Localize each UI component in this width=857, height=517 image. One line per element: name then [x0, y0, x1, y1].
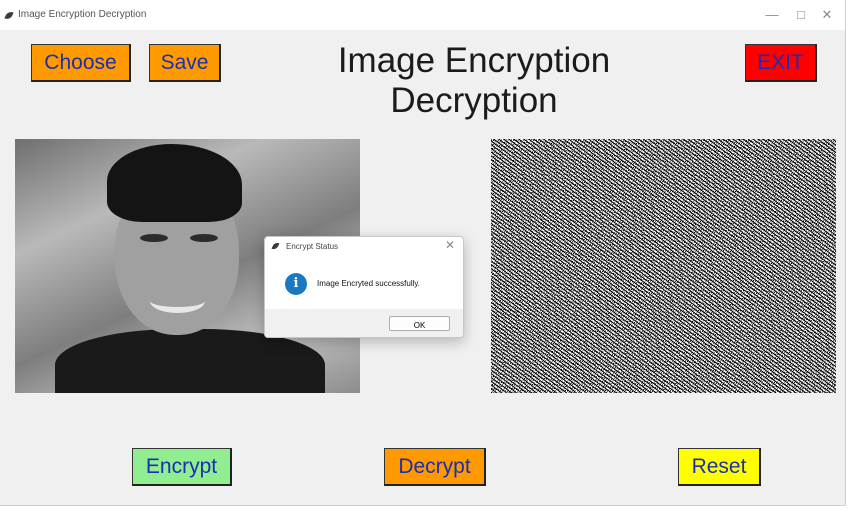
ok-button[interactable]: OK: [389, 316, 450, 331]
encrypt-status-dialog: Encrypt Status ✕ i Image Encryted succes…: [264, 236, 464, 338]
app-window: Image Encryption Decryption — □ ✕ Choose…: [0, 0, 846, 506]
save-button[interactable]: Save: [149, 44, 221, 82]
info-icon: i: [285, 273, 307, 295]
dialog-close-icon[interactable]: ✕: [445, 238, 455, 252]
decrypt-button[interactable]: Decrypt: [384, 448, 486, 486]
dialog-footer: OK: [265, 309, 463, 337]
photo-eye-right: [190, 234, 218, 242]
title-line-1: Image Encryption: [337, 41, 611, 80]
title-bar: Image Encryption Decryption — □ ✕: [0, 0, 845, 30]
photo-smile: [150, 289, 205, 313]
encrypted-image-panel: [491, 139, 836, 393]
photo-hair: [107, 144, 242, 222]
close-button[interactable]: ✕: [812, 2, 842, 28]
title-line-2: Decryption: [390, 81, 558, 120]
feather-icon: [4, 10, 14, 21]
photo-shirt: [55, 329, 325, 393]
dialog-message: Image Encryted successfully.: [317, 279, 421, 288]
feather-icon: [271, 241, 280, 251]
page-title: Image Encryption Decryption: [290, 41, 658, 121]
choose-button[interactable]: Choose: [31, 44, 131, 82]
exit-button[interactable]: EXIT: [745, 44, 817, 82]
encrypt-button[interactable]: Encrypt: [132, 448, 232, 486]
minimize-button[interactable]: —: [757, 2, 787, 28]
dialog-title: Encrypt Status: [286, 242, 339, 251]
reset-button[interactable]: Reset: [678, 448, 761, 486]
window-title: Image Encryption Decryption: [18, 9, 147, 20]
photo-eye-left: [140, 234, 168, 242]
